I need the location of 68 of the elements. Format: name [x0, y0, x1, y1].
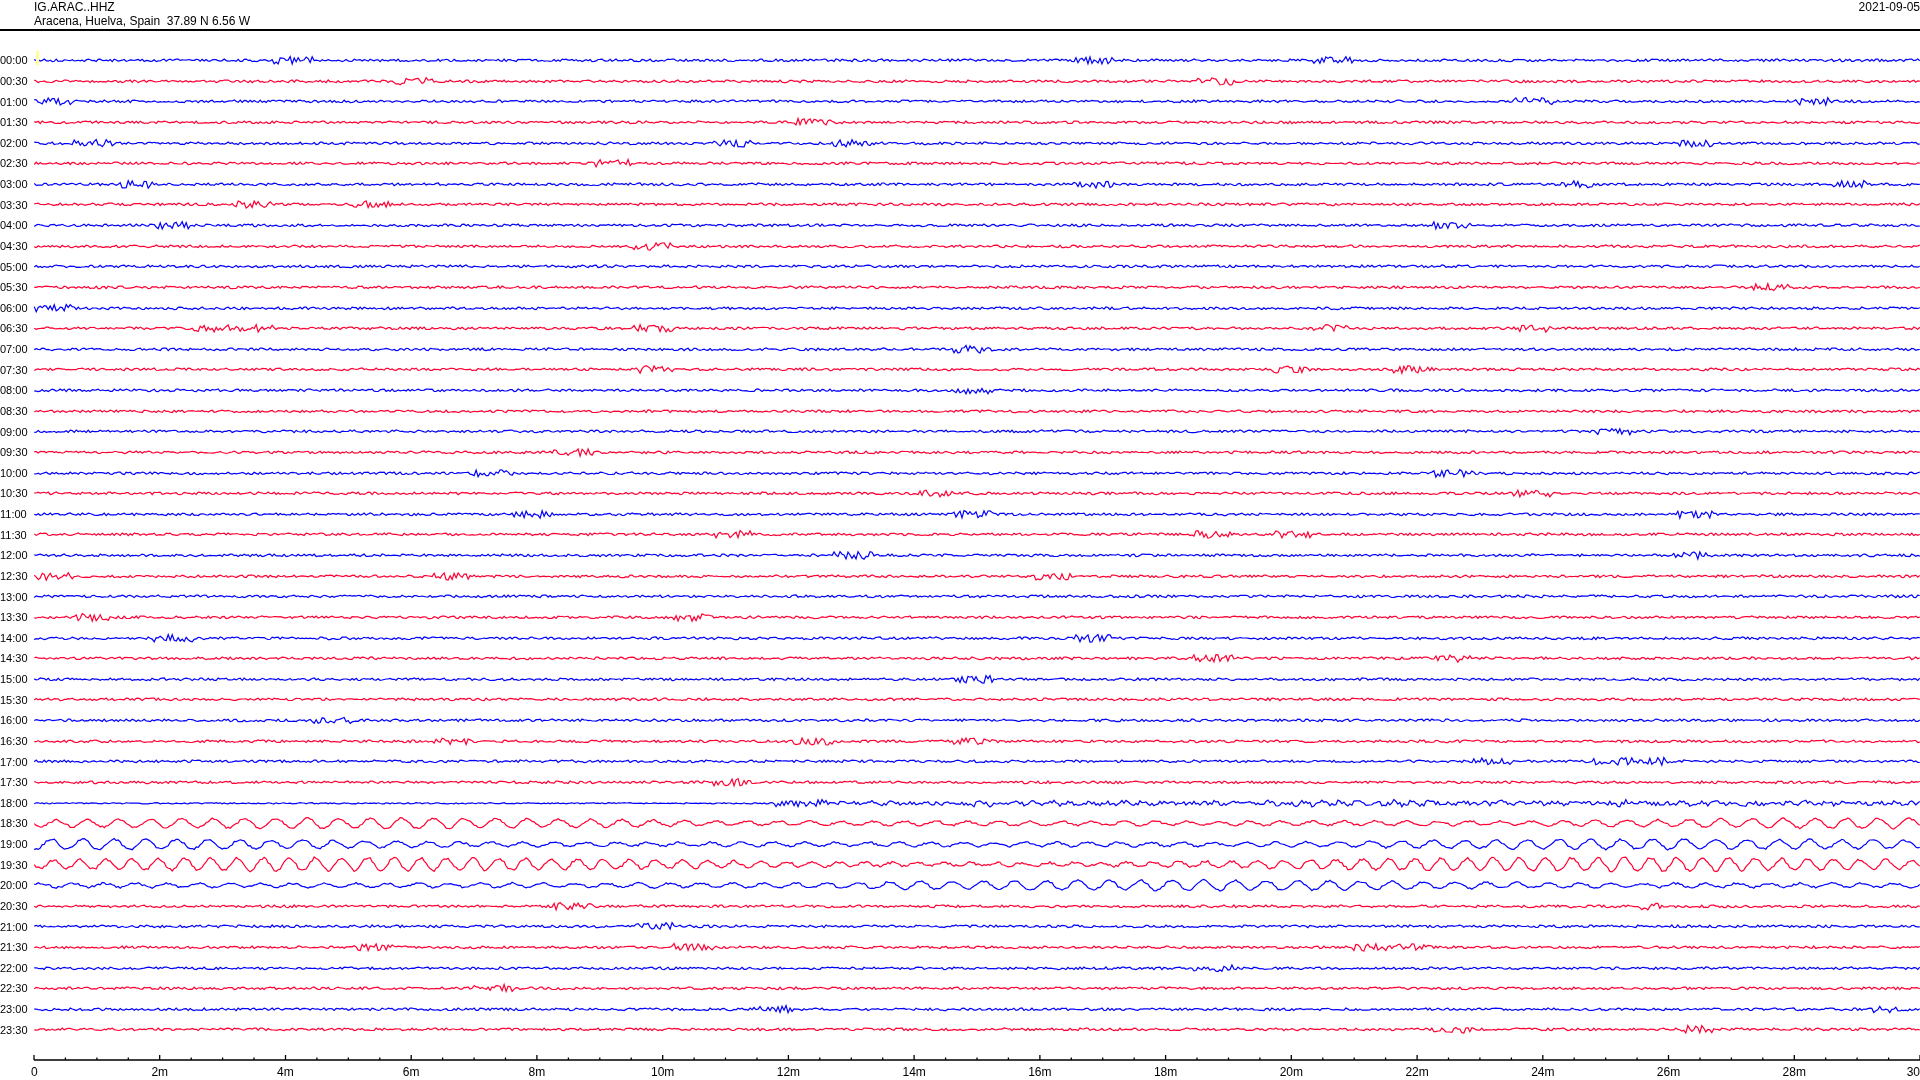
time-label: 21:00: [0, 920, 29, 933]
time-label: 01:00: [0, 95, 29, 108]
axis-label: 0: [31, 1065, 38, 1079]
time-label: 22:30: [0, 982, 29, 995]
axis-label: 10m: [651, 1065, 675, 1079]
time-label: 03:30: [0, 198, 29, 211]
time-label: 19:00: [0, 838, 29, 851]
axis-label: 14m: [902, 1065, 926, 1079]
axis-label: 20m: [1279, 1065, 1303, 1079]
time-label: 02:30: [0, 157, 29, 170]
axis-label: 6m: [402, 1065, 420, 1079]
time-label: 23:30: [0, 1023, 29, 1036]
time-label: 20:00: [0, 879, 29, 892]
axis-label: 24m: [1531, 1065, 1555, 1079]
axis-label: 30: [1906, 1065, 1920, 1079]
time-label: 08:00: [0, 384, 29, 397]
time-label: 21:30: [0, 941, 29, 954]
time-label: 10:00: [0, 466, 29, 479]
time-label: 02:00: [0, 136, 29, 149]
time-label: 11:30: [0, 528, 28, 541]
time-label: 18:30: [0, 817, 29, 830]
time-label: 01:30: [0, 116, 29, 129]
axis-label: 4m: [277, 1065, 294, 1079]
time-label: 10:30: [0, 487, 29, 500]
time-label: 20:30: [0, 899, 29, 912]
time-label: 13:30: [0, 611, 29, 624]
time-label: 05:30: [0, 281, 29, 294]
time-label: 22:00: [0, 961, 29, 974]
time-label: 08:30: [0, 404, 29, 417]
axis-label: 12m: [776, 1065, 801, 1079]
time-label: 14:00: [0, 631, 29, 644]
time-label: 06:30: [0, 322, 29, 335]
axis-label: 18m: [1153, 1065, 1178, 1079]
station-location: Aracena, Huelva, Spain 37.89 N 6.56 W: [34, 14, 251, 28]
plot-date: 2021-09-05: [1858, 0, 1920, 14]
time-label: 12:30: [0, 569, 29, 582]
time-label: 14:30: [0, 652, 29, 665]
time-label: 16:00: [0, 714, 29, 727]
time-label: 17:00: [0, 755, 29, 768]
time-label: 09:30: [0, 446, 29, 459]
time-label: 05:00: [0, 260, 29, 273]
axis-label: 22m: [1405, 1065, 1429, 1079]
time-label: 19:30: [0, 858, 29, 871]
time-label: 17:30: [0, 776, 29, 789]
time-label: 00:30: [0, 74, 29, 87]
time-label: 23:00: [0, 1003, 29, 1016]
axis-label: 26m: [1656, 1065, 1681, 1079]
time-label: 15:30: [0, 693, 29, 706]
axis-label: 2m: [151, 1065, 169, 1079]
time-label: 03:00: [0, 178, 29, 191]
time-label: 06:00: [0, 301, 29, 314]
time-label: 04:30: [0, 239, 29, 252]
time-label: 13:00: [0, 590, 29, 603]
time-label: 18:00: [0, 796, 29, 809]
time-label: 07:00: [0, 343, 29, 356]
time-label: 12:00: [0, 549, 29, 562]
time-label: 15:00: [0, 673, 29, 686]
time-marker: [36, 51, 39, 65]
time-label: 00:00: [0, 54, 29, 67]
station-code: IG.ARAC..HHZ: [34, 0, 116, 14]
axis-label: 16m: [1028, 1065, 1052, 1079]
time-label: 09:00: [0, 425, 29, 438]
axis-label: 28m: [1782, 1065, 1806, 1079]
time-label: 16:30: [0, 734, 29, 747]
time-label: 11:00: [0, 508, 28, 521]
axis-label: 8m: [528, 1065, 546, 1079]
time-label: 07:30: [0, 363, 29, 376]
time-label: 04:00: [0, 219, 29, 232]
